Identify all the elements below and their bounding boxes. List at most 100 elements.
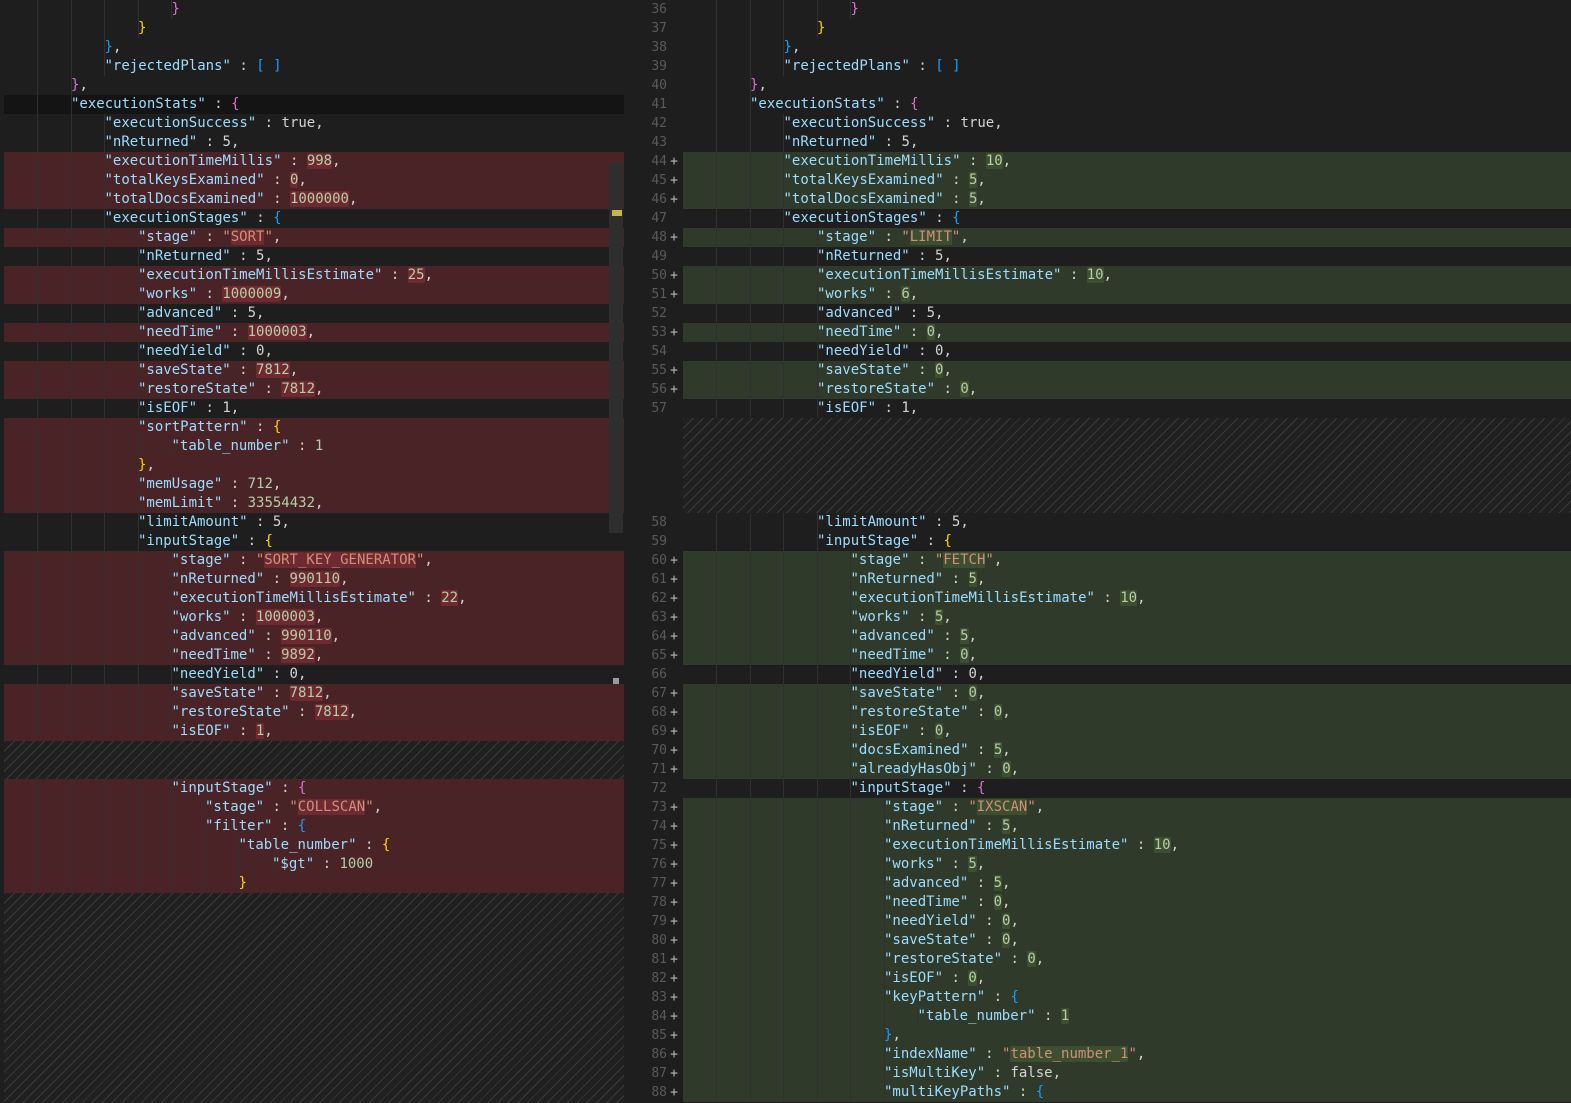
code-line[interactable]: } [4,0,624,19]
code-line[interactable]: "executionTimeMillisEstimate" : 22, [4,589,624,608]
code-line[interactable]: "totalKeysExamined" : 0, [4,171,624,190]
right-diff-pane[interactable]: 36 37 38 39 40 41 42 43 44 +45 +46 +47 48 +49 50 +51 +52… [643,0,1571,1103]
code-line[interactable]: "works" : 1000003, [4,608,624,627]
code-line[interactable]: "inputStage" : { [683,532,1571,551]
code-line[interactable]: "executionTimeMillisEstimate" : 25, [4,266,624,285]
code-line[interactable]: }, [683,38,1571,57]
code-line[interactable]: "executionStages" : { [683,209,1571,228]
code-line[interactable]: "advanced" : 5, [683,874,1571,893]
code-line[interactable]: "works" : 5, [683,608,1571,627]
code-line[interactable]: "executionTimeMillis" : 10, [683,152,1571,171]
code-line[interactable]: "memLimit" : 33554432, [4,494,624,513]
code-line[interactable]: "saveState" : 7812, [4,684,624,703]
code-line[interactable]: "works" : 1000009, [4,285,624,304]
code-line[interactable]: "restoreState" : 0, [683,950,1571,969]
left-scrollbar[interactable] [609,163,623,533]
code-line[interactable]: } [4,874,624,893]
code-line[interactable]: "indexName" : "table_number_1", [683,1045,1571,1064]
code-line[interactable]: "limitAmount" : 5, [4,513,624,532]
code-line[interactable]: "needTime" : 1000003, [4,323,624,342]
code-line[interactable]: "stage" : "SORT", [4,228,624,247]
code-line[interactable]: "restoreState" : 7812, [4,703,624,722]
code-line[interactable]: "saveState" : 0, [683,684,1571,703]
code-line[interactable]: "isEOF" : 1, [683,399,1571,418]
code-line[interactable]: "stage" : "LIMIT", [683,228,1571,247]
code-line[interactable]: "table_number" : 1 [4,437,624,456]
code-line[interactable]: "isEOF" : 1, [4,722,624,741]
code-line[interactable]: "executionStats" : { [4,95,624,114]
code-line[interactable]: }, [4,456,624,475]
code-line[interactable]: "keyPattern" : { [683,988,1571,1007]
code-line[interactable]: "stage" : "FETCH", [683,551,1571,570]
code-line[interactable]: "inputStage" : { [4,779,624,798]
code-line[interactable]: "totalDocsExamined" : 1000000, [4,190,624,209]
code-line[interactable]: "nReturned" : 5, [683,570,1571,589]
code-line[interactable]: "saveState" : 0, [683,931,1571,950]
code-line[interactable]: "saveState" : 0, [683,361,1571,380]
code-line[interactable]: "needYield" : 0, [4,665,624,684]
code-line[interactable]: "nReturned" : 5, [683,247,1571,266]
code-line[interactable]: "isEOF" : 0, [683,722,1571,741]
code-line[interactable]: "executionTimeMillisEstimate" : 10, [683,589,1571,608]
code-line[interactable]: "rejectedPlans" : [ ] [683,57,1571,76]
code-line[interactable]: "table_number" : { [4,836,624,855]
code-line[interactable]: "multiKeyPaths" : { [683,1083,1571,1102]
code-line[interactable]: "rejectedPlans" : [ ] [4,57,624,76]
code-line[interactable]: "restoreState" : 0, [683,380,1571,399]
code-line[interactable]: "stage" : "IXSCAN", [683,798,1571,817]
code-line[interactable]: "needTime" : 9892, [4,646,624,665]
left-diff-pane[interactable]: }}}, "rejectedPlans" : [ ]}, "executionSta… [0,0,624,1103]
code-line[interactable]: "stage" : "SORT_KEY_GENERATOR", [4,551,624,570]
code-line[interactable]: "inputStage" : { [683,779,1571,798]
code-line[interactable]: "executionSuccess" : true, [4,114,624,133]
code-line[interactable]: "advanced" : 5, [4,304,624,323]
code-line[interactable]: "advanced" : 990110, [4,627,624,646]
code-line[interactable]: "nReturned" : 5, [4,247,624,266]
code-line[interactable]: "needYield" : 0, [683,912,1571,931]
code-line[interactable]: "memUsage" : 712, [4,475,624,494]
code-line[interactable]: }, [683,1026,1571,1045]
code-line[interactable]: "restoreState" : 7812, [4,380,624,399]
code-line[interactable]: "totalDocsExamined" : 5, [683,190,1571,209]
code-line[interactable]: "limitAmount" : 5, [683,513,1571,532]
code-line[interactable]: "inputStage" : { [4,532,624,551]
code-line[interactable]: "needYield" : 0, [4,342,624,361]
code-line[interactable]: "needTime" : 0, [683,893,1571,912]
code-line[interactable]: "$gt" : 1000 [4,855,624,874]
code-line[interactable]: "executionStages" : { [4,209,624,228]
code-line[interactable]: "executionStats" : { [683,95,1571,114]
code-line[interactable]: "docsExamined" : 5, [683,741,1571,760]
code-line[interactable]: "advanced" : 5, [683,304,1571,323]
code-line[interactable]: }, [4,38,624,57]
code-line[interactable]: "executionTimeMillis" : 998, [4,152,624,171]
code-line[interactable]: "stage" : "COLLSCAN", [4,798,624,817]
code-line[interactable]: "filter" : { [4,817,624,836]
code-line[interactable]: }, [683,76,1571,95]
code-line[interactable]: "nReturned" : 5, [683,133,1571,152]
code-line[interactable]: "needYield" : 0, [683,342,1571,361]
code-line[interactable]: "alreadyHasObj" : 0, [683,760,1571,779]
code-line[interactable]: "needTime" : 0, [683,646,1571,665]
code-line[interactable]: "works" : 5, [683,855,1571,874]
code-line[interactable]: "nReturned" : 990110, [4,570,624,589]
code-line[interactable]: "nReturned" : 5, [4,133,624,152]
code-line[interactable]: } [683,19,1571,38]
code-line[interactable]: "advanced" : 5, [683,627,1571,646]
code-line[interactable]: "works" : 6, [683,285,1571,304]
pane-divider[interactable] [624,0,643,1103]
code-line[interactable]: "needTime" : 0, [683,323,1571,342]
code-line[interactable]: "restoreState" : 0, [683,703,1571,722]
code-line[interactable]: "table_number" : 1 [683,1007,1571,1026]
code-line[interactable]: "executionTimeMillisEstimate" : 10, [683,836,1571,855]
code-line[interactable]: "executionTimeMillisEstimate" : 10, [683,266,1571,285]
code-line[interactable]: } [683,0,1571,19]
code-line[interactable]: } [4,19,624,38]
code-line[interactable]: "needYield" : 0, [683,665,1571,684]
code-line[interactable]: "sortPattern" : { [4,418,624,437]
code-line[interactable]: "saveState" : 7812, [4,361,624,380]
code-line[interactable]: }, [4,76,624,95]
code-line[interactable]: "isMultiKey" : false, [683,1064,1571,1083]
code-line[interactable]: "isEOF" : 1, [4,399,624,418]
code-line[interactable]: "executionSuccess" : true, [683,114,1571,133]
code-line[interactable]: "totalKeysExamined" : 5, [683,171,1571,190]
